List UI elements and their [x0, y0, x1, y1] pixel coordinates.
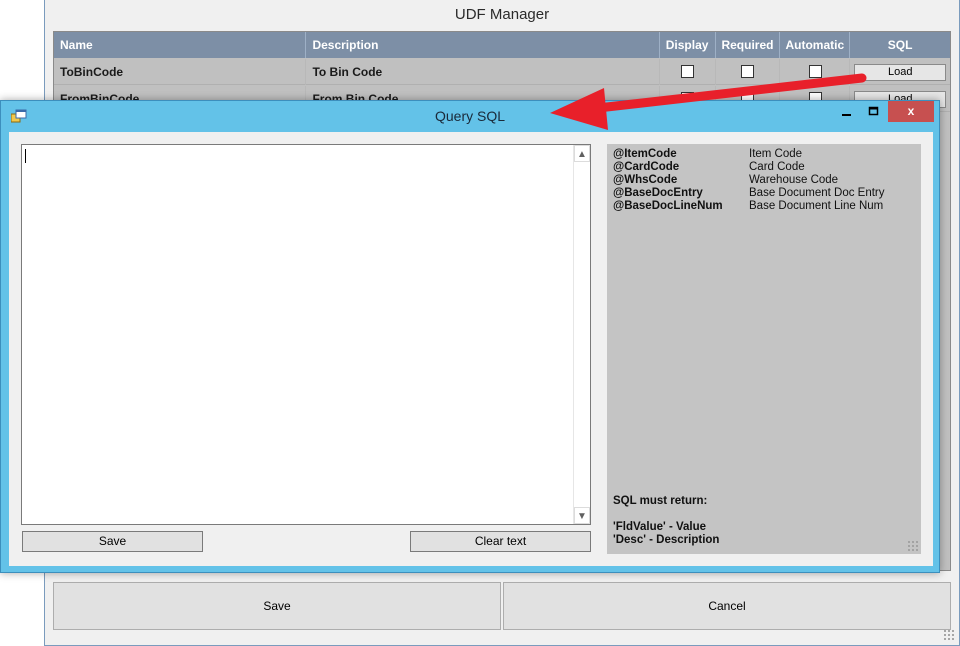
- minimize-icon: [842, 114, 851, 116]
- dialog-title: Query SQL: [434, 108, 506, 124]
- column-header-description[interactable]: Description: [306, 32, 660, 58]
- display-checkbox[interactable]: [681, 65, 695, 78]
- table-row[interactable]: ToBinCode To Bin Code Load: [54, 59, 950, 85]
- resize-grip[interactable]: [907, 540, 919, 552]
- close-button[interactable]: x: [888, 101, 934, 122]
- query-sql-dialog: Query SQL x ▲ ▼ Save Clear text @ItemCod…: [0, 100, 940, 573]
- return-field-desc: 'Desc' - Description: [613, 534, 720, 546]
- param-name: @CardCode: [613, 161, 680, 173]
- required-checkbox[interactable]: [741, 65, 755, 78]
- param-description: Card Code: [749, 161, 805, 173]
- param-description: Warehouse Code: [749, 174, 839, 186]
- required-cell: [716, 59, 781, 85]
- param-name: @ItemCode: [613, 148, 677, 160]
- close-icon: x: [907, 104, 915, 118]
- automatic-cell: [780, 59, 851, 85]
- resize-grip[interactable]: [943, 629, 955, 641]
- column-header-name[interactable]: Name: [54, 32, 307, 58]
- column-header-display[interactable]: Display: [660, 32, 716, 58]
- column-header-required[interactable]: Required: [716, 32, 781, 58]
- row-name-cell[interactable]: ToBinCode: [54, 59, 307, 85]
- maximize-button[interactable]: [860, 101, 887, 122]
- param-description: Base Document Line Num: [749, 200, 884, 212]
- param-name: @WhsCode: [613, 174, 678, 186]
- param-name: @BaseDocEntry: [613, 187, 703, 199]
- return-field-value: 'FldValue' - Value: [613, 521, 707, 533]
- automatic-checkbox[interactable]: [808, 65, 822, 78]
- sql-query-textbox[interactable]: ▲ ▼: [21, 144, 591, 525]
- udf-cancel-button[interactable]: Cancel: [503, 582, 951, 630]
- sql-must-return-label: SQL must return:: [613, 495, 708, 507]
- column-header-automatic[interactable]: Automatic: [780, 32, 851, 58]
- save-button[interactable]: Save: [22, 531, 203, 552]
- dialog-client-area: ▲ ▼ Save Clear text @ItemCode Item Code …: [9, 132, 933, 566]
- load-sql-button[interactable]: Load: [854, 64, 947, 81]
- vertical-scrollbar[interactable]: ▲ ▼: [573, 145, 590, 524]
- dialog-titlebar[interactable]: Query SQL x: [1, 101, 939, 131]
- udf-manager-title: UDF Manager: [454, 6, 550, 23]
- clear-text-button[interactable]: Clear text: [410, 531, 591, 552]
- column-header-sql[interactable]: SQL: [850, 32, 950, 58]
- parameter-help-panel: @ItemCode Item Code @CardCode Card Code …: [607, 144, 921, 554]
- param-description: Base Document Doc Entry: [749, 187, 885, 199]
- udf-grid-header: Name Description Display Required Automa…: [54, 32, 950, 58]
- scroll-up-arrow-icon[interactable]: ▲: [574, 145, 590, 162]
- param-name: @BaseDocLineNum: [613, 200, 723, 212]
- display-cell: [660, 59, 716, 85]
- param-description: Item Code: [749, 148, 803, 160]
- sql-cell: Load: [850, 59, 950, 85]
- maximize-icon: [868, 106, 879, 116]
- row-description-cell[interactable]: To Bin Code: [306, 59, 660, 85]
- minimize-button[interactable]: [833, 101, 860, 122]
- scroll-down-arrow-icon[interactable]: ▼: [574, 507, 590, 524]
- udf-save-button[interactable]: Save: [53, 582, 501, 630]
- text-caret: [25, 149, 26, 163]
